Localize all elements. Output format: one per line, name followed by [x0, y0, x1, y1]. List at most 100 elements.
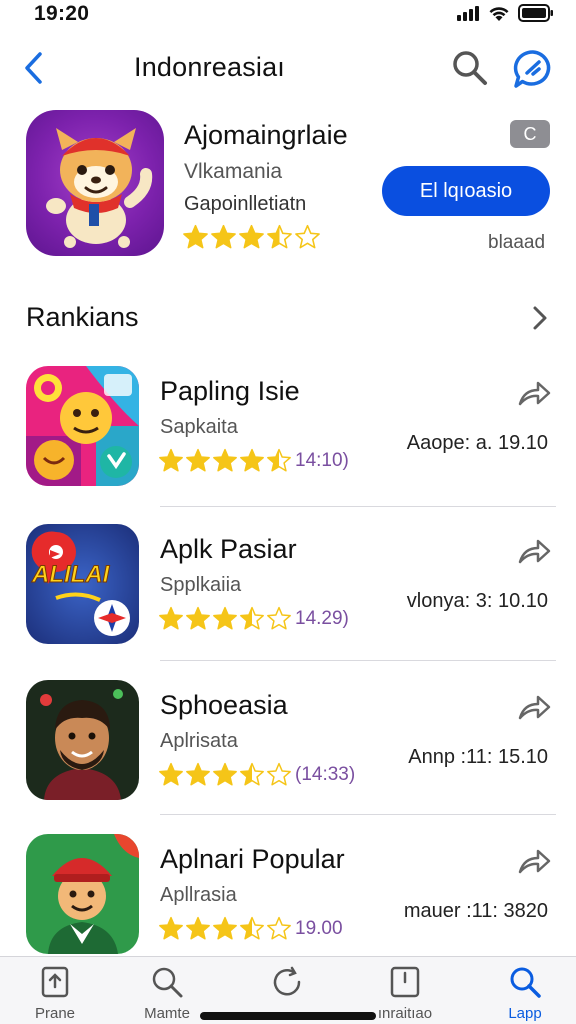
battery-icon	[518, 4, 553, 22]
mascot-icon	[46, 128, 153, 248]
ranking-rating: 14.29)	[158, 606, 349, 632]
featured-app: Ajomaingrlaie Vlkamania Gapoinlletiatn C…	[0, 108, 576, 268]
featured-note: blaaad	[488, 232, 546, 253]
search-icon	[510, 967, 541, 998]
back-button[interactable]	[18, 48, 52, 88]
rating-stars	[158, 762, 293, 788]
ranking-app-title: Aplnari Popular	[160, 844, 345, 874]
tab-label: Prane	[34, 1005, 76, 1022]
ranking-app-meta: Aaope: a. 19.10	[406, 432, 548, 454]
ranking-app-subtitle: Apllrasia	[160, 884, 237, 906]
search-icon	[152, 967, 183, 998]
star-icon	[159, 916, 183, 940]
ranking-app-subtitle: Sapkaita	[160, 416, 238, 438]
get-button[interactable]: El lqıoasio	[382, 166, 550, 216]
refresh-icon	[273, 966, 301, 996]
star-icon	[186, 606, 210, 630]
chevron-right-icon	[533, 306, 547, 330]
ranking-app-meta: mauer :11: 3820	[403, 900, 548, 922]
divider	[160, 814, 556, 815]
star-icon	[267, 224, 292, 249]
age-rating-badge: C	[510, 120, 550, 148]
ranking-app-meta: vlonya: 3: 10.10	[406, 590, 548, 612]
rating-count: (14:33)	[295, 764, 356, 785]
ranking-app-icon-3	[26, 680, 139, 800]
divider	[160, 660, 556, 661]
divider	[160, 506, 556, 507]
share-icon[interactable]	[516, 536, 552, 566]
star-icon	[186, 762, 210, 786]
search-icon[interactable]	[450, 48, 490, 88]
featured-app-category: Gapoinlletiatn	[184, 193, 307, 215]
star-icon	[213, 448, 237, 472]
ranking-app-meta: Annp :11: 15.10	[408, 746, 548, 768]
star-icon	[186, 448, 210, 472]
ranking-app-subtitle: Aplrisata	[160, 730, 238, 752]
rankings-section-header[interactable]: Rankians	[0, 296, 576, 340]
ranking-app-title: Aplk Pasiar	[160, 534, 297, 564]
emoji-app-icon	[26, 366, 139, 486]
star-icon	[267, 916, 291, 940]
section-title: Rankians	[26, 302, 139, 332]
map-app-icon: ALILAI	[26, 524, 139, 644]
doc-icon	[41, 966, 69, 998]
icon-banner-text: ALILAI	[31, 561, 111, 588]
star-icon	[240, 762, 264, 786]
star-icon	[211, 224, 236, 249]
star-icon	[267, 448, 291, 472]
tab-lapp[interactable]: Lapp	[470, 957, 576, 1024]
featured-rating-stars	[182, 224, 322, 251]
status-icons	[456, 4, 554, 22]
rating-count: 14.29)	[295, 608, 349, 629]
ranking-item-2[interactable]: ALILAI Aplk Pasiar Spplkaiia 14.29) vlon…	[0, 524, 576, 664]
ranking-item-4[interactable]: Aplnari Popular Apllrasia 19.00 mauer :1…	[0, 834, 576, 974]
nav-bar: Indonreasiaı	[0, 40, 576, 96]
tab-label: Lapp	[508, 1005, 542, 1022]
ranking-app-title: Sphoeasia	[160, 690, 288, 720]
rating-stars	[158, 916, 293, 942]
chat-icon[interactable]	[512, 48, 554, 90]
rating-stars	[158, 606, 293, 632]
ranking-item-3[interactable]: Sphoeasia Aplrisata (14:33) Annp :11: 15…	[0, 680, 576, 820]
box-icon	[390, 966, 420, 998]
featured-app-icon[interactable]	[26, 110, 164, 256]
character-app-icon	[26, 834, 139, 954]
ranking-app-title: Papling Isie	[160, 376, 300, 406]
rating-count: 19.00	[295, 918, 343, 939]
signal-icon	[457, 6, 479, 21]
ranking-rating: 14:10)	[158, 448, 349, 474]
share-icon[interactable]	[516, 378, 552, 408]
ranking-app-icon-4	[26, 834, 139, 954]
ranking-rating: 19.00	[158, 916, 343, 942]
star-icon	[240, 916, 264, 940]
status-time: 19:20	[34, 2, 90, 25]
star-icon	[267, 606, 291, 630]
star-icon	[159, 762, 183, 786]
star-icon	[240, 606, 264, 630]
home-indicator	[200, 1012, 376, 1020]
wifi-icon	[489, 6, 509, 21]
ranking-app-icon-1	[26, 366, 139, 486]
star-icon	[159, 606, 183, 630]
ranking-item-1[interactable]: Papling Isie Sapkaita 14:10) Aaope: a. 1…	[0, 366, 576, 507]
star-icon	[267, 762, 291, 786]
avatar-app-icon	[26, 680, 139, 800]
share-icon[interactable]	[516, 846, 552, 876]
ranking-app-icon-2: ALILAI	[26, 524, 139, 644]
star-icon	[239, 224, 264, 249]
star-icon	[183, 224, 208, 249]
star-icon	[159, 448, 183, 472]
rating-stars	[158, 448, 293, 474]
featured-app-developer: Vlkamania	[184, 160, 283, 183]
ranking-app-subtitle: Spplkaiia	[160, 574, 242, 596]
star-icon	[213, 606, 237, 630]
ranking-rating: (14:33)	[158, 762, 355, 788]
rating-count: 14:10)	[295, 450, 349, 471]
featured-app-title: Ajomaingrlaie	[184, 120, 348, 150]
star-icon	[213, 916, 237, 940]
page-title: Indonreasiaı	[134, 52, 286, 82]
tab-prane[interactable]: Prane	[0, 957, 110, 1024]
share-icon[interactable]	[516, 692, 552, 722]
star-icon	[213, 762, 237, 786]
star-icon	[186, 916, 210, 940]
